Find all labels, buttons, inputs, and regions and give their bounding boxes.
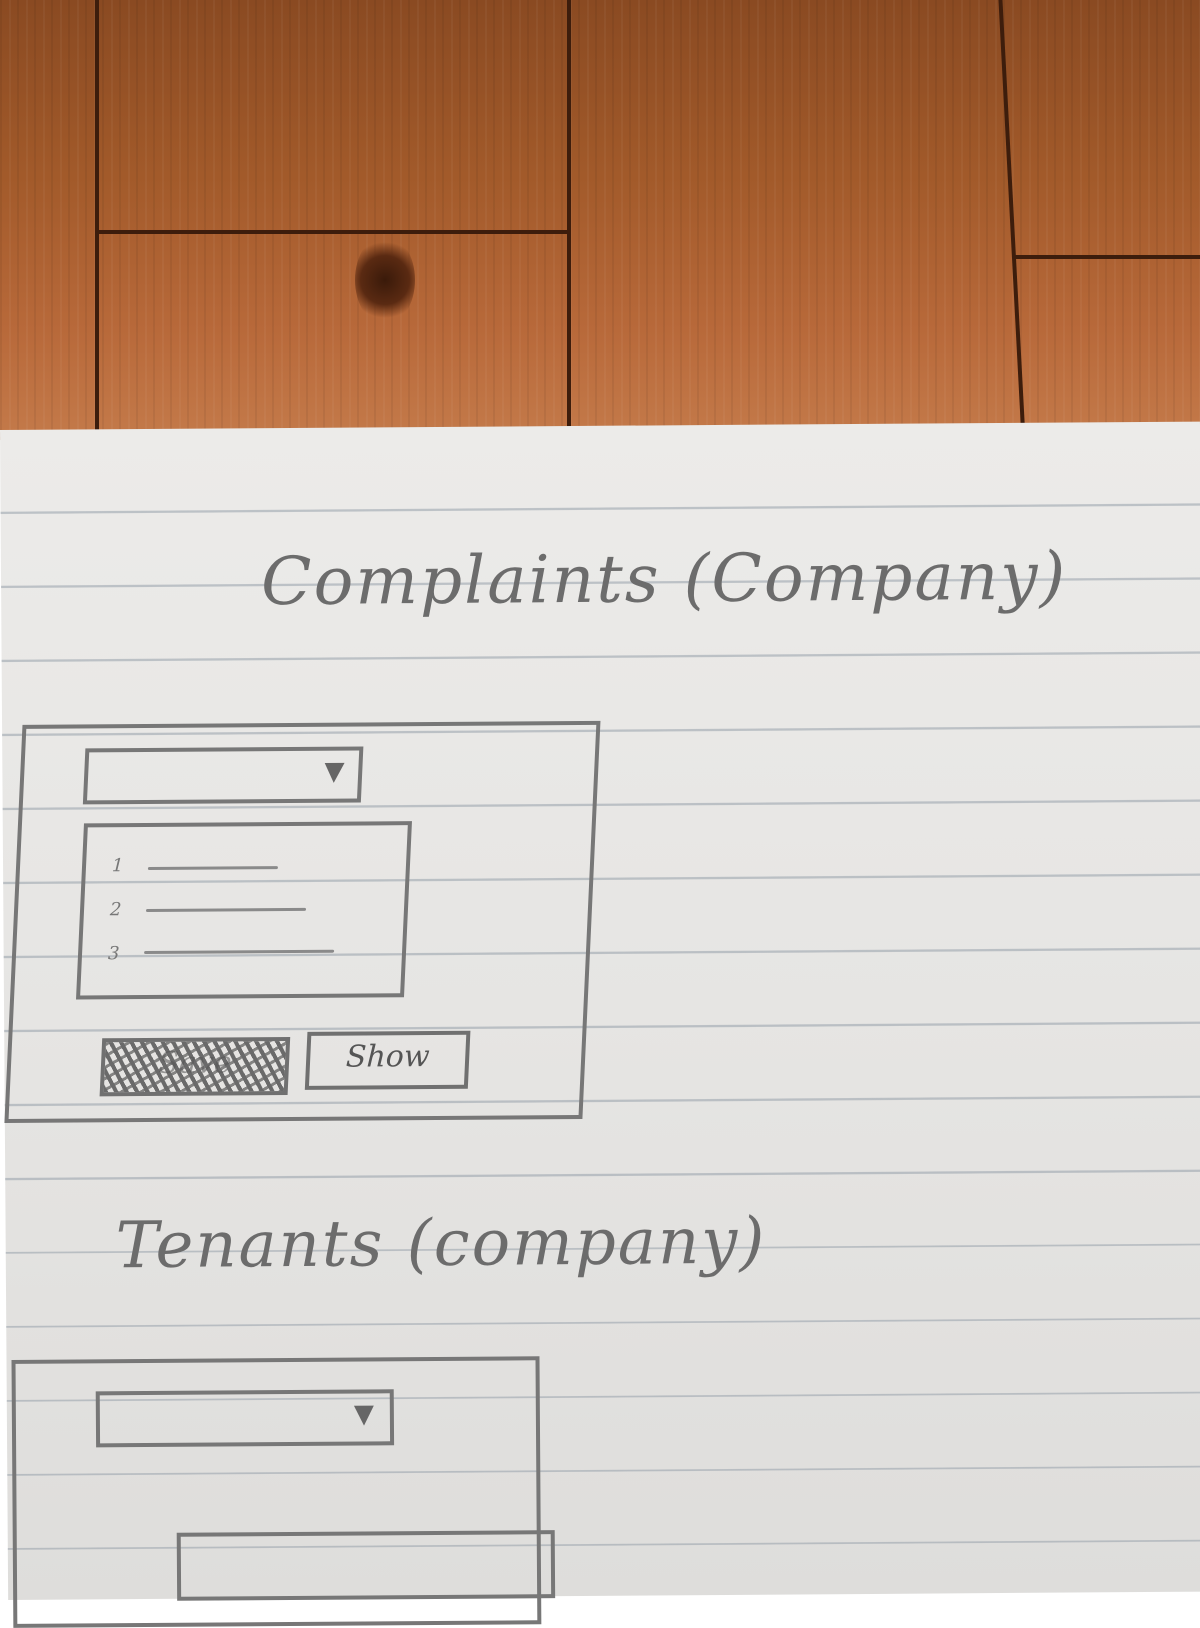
section-title-complaints: Complaints (Company) bbox=[260, 537, 1068, 621]
list-item-line bbox=[145, 907, 307, 912]
save-button-label: Save bbox=[157, 1045, 233, 1081]
tenants-panel: ▼ bbox=[11, 1356, 556, 1628]
list-item-line bbox=[147, 866, 278, 870]
complaints-panel: ▼ 1 2 3 Save Show bbox=[4, 720, 601, 1123]
wooden-floor bbox=[0, 0, 1200, 440]
tenants-dropdown[interactable]: ▼ bbox=[95, 1389, 395, 1448]
tenants-list bbox=[176, 1530, 556, 1601]
list-number: 1 bbox=[111, 855, 124, 877]
triangle-down-icon: ▼ bbox=[353, 1399, 374, 1430]
paper-sheet: Complaints (Company) ▼ 1 2 3 Save Show T… bbox=[0, 421, 1200, 1628]
show-button-label: Show bbox=[345, 1039, 431, 1075]
list-item-line bbox=[144, 949, 335, 955]
list-number: 3 bbox=[107, 943, 120, 965]
list-number: 2 bbox=[109, 899, 122, 921]
section-title-tenants: Tenants (company) bbox=[115, 1204, 767, 1284]
show-button[interactable]: Show bbox=[304, 1030, 471, 1090]
save-button[interactable]: Save bbox=[99, 1036, 291, 1097]
triangle-down-icon: ▼ bbox=[323, 756, 345, 787]
complaints-dropdown[interactable]: ▼ bbox=[82, 746, 364, 805]
complaints-list: 1 2 3 bbox=[75, 821, 412, 1000]
